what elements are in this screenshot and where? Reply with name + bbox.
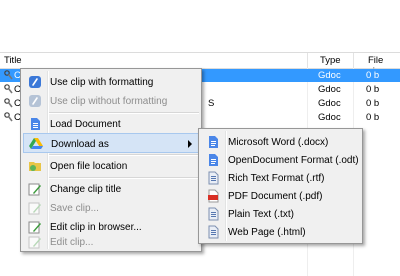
edit-icon [28,236,41,249]
row-type: Gdoc [318,112,341,123]
submenu-item-txt[interactable]: Plain Text (.txt) [201,204,360,224]
submenu-item-odt[interactable]: OpenDocument Format (.odt) [201,150,360,170]
menu-item-use-clip-with-formatting[interactable]: Use clip with formatting [23,72,199,92]
submenu-arrow-icon [188,140,192,148]
folder-icon [29,162,41,171]
submenu-item-docx[interactable]: Microsoft Word (.docx) [201,132,360,152]
row-size: 0 b [366,112,380,123]
menu-item-change-clip-title[interactable]: Change clip title [23,179,199,199]
menu-item-label: Microsoft Word (.docx) [228,137,329,148]
row-size: 0 b [366,84,380,95]
menu-item-label: Save clip... [50,203,99,214]
menu-item-load-document[interactable]: Load Document [23,114,199,134]
menu-item-label: Plain Text (.txt) [228,209,294,220]
column-divider[interactable] [307,53,308,68]
menu-item-use-clip-without-formatting: Use clip without formatting [23,91,199,111]
row-type: Gdoc [318,70,341,81]
menu-item-label: Rich Text Format (.rtf) [228,173,325,184]
save-icon [28,202,41,215]
row-type: Gdoc [318,84,341,95]
text-doc-icon [208,207,219,221]
menu-item-edit-clip: Edit clip... [23,232,199,252]
menu-item-label: PDF Document (.pdf) [228,191,323,202]
clip-icon [4,84,13,94]
submenu-item-rtf[interactable]: Rich Text Format (.rtf) [201,168,360,188]
context-menu: Use clip with formatting Use clip withou… [20,68,202,252]
list-header: Title Type File size [0,52,400,77]
menu-item-label: Download as [51,139,109,150]
edit-icon [28,183,41,196]
word-doc-icon [209,136,218,148]
menu-item-open-file-location[interactable]: Open file location [23,156,199,176]
paperclip-icon [29,95,41,107]
document-icon [31,118,40,130]
row-type: Gdoc [318,98,341,109]
download-as-submenu: Microsoft Word (.docx) OpenDocument Form… [198,128,363,244]
menu-item-label: OpenDocument Format (.odt) [228,155,359,166]
menu-item-label: Open file location [50,161,128,172]
menu-item-label: Load Document [50,119,121,130]
menu-item-label: Change clip title [50,184,122,195]
menu-item-label: Use clip with formatting [50,77,154,88]
clip-icon [4,70,13,80]
google-drive-icon [29,138,43,149]
html-doc-icon [208,225,219,239]
column-header-title[interactable]: Title [4,55,22,66]
column-header-type[interactable]: Type [320,55,341,66]
submenu-item-pdf[interactable]: PDF Document (.pdf) [201,186,360,206]
rtf-doc-icon [208,171,219,185]
menu-item-label: Web Page (.html) [228,227,306,238]
clip-icon [4,112,13,122]
menu-item-download-as[interactable]: Download as [23,133,199,153]
menu-item-save-clip: Save clip... [23,198,199,218]
row-title-tail: S [208,98,215,109]
submenu-item-html[interactable]: Web Page (.html) [201,222,360,242]
column-divider[interactable] [353,53,354,68]
clip-icon [4,98,13,108]
menu-item-label: Use clip without formatting [50,96,168,107]
menu-item-label: Edit clip... [50,237,94,248]
pdf-doc-icon [208,189,219,203]
row-size: 0 b [366,98,380,109]
odt-doc-icon [209,154,218,166]
paperclip-icon [29,76,41,88]
row-size: 0 b [366,70,380,81]
